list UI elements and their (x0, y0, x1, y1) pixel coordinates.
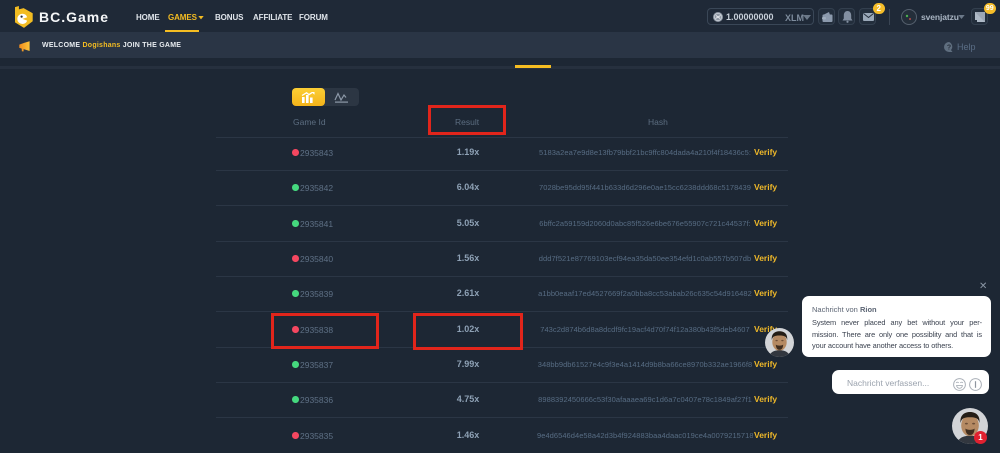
svg-text:?: ? (947, 45, 951, 52)
